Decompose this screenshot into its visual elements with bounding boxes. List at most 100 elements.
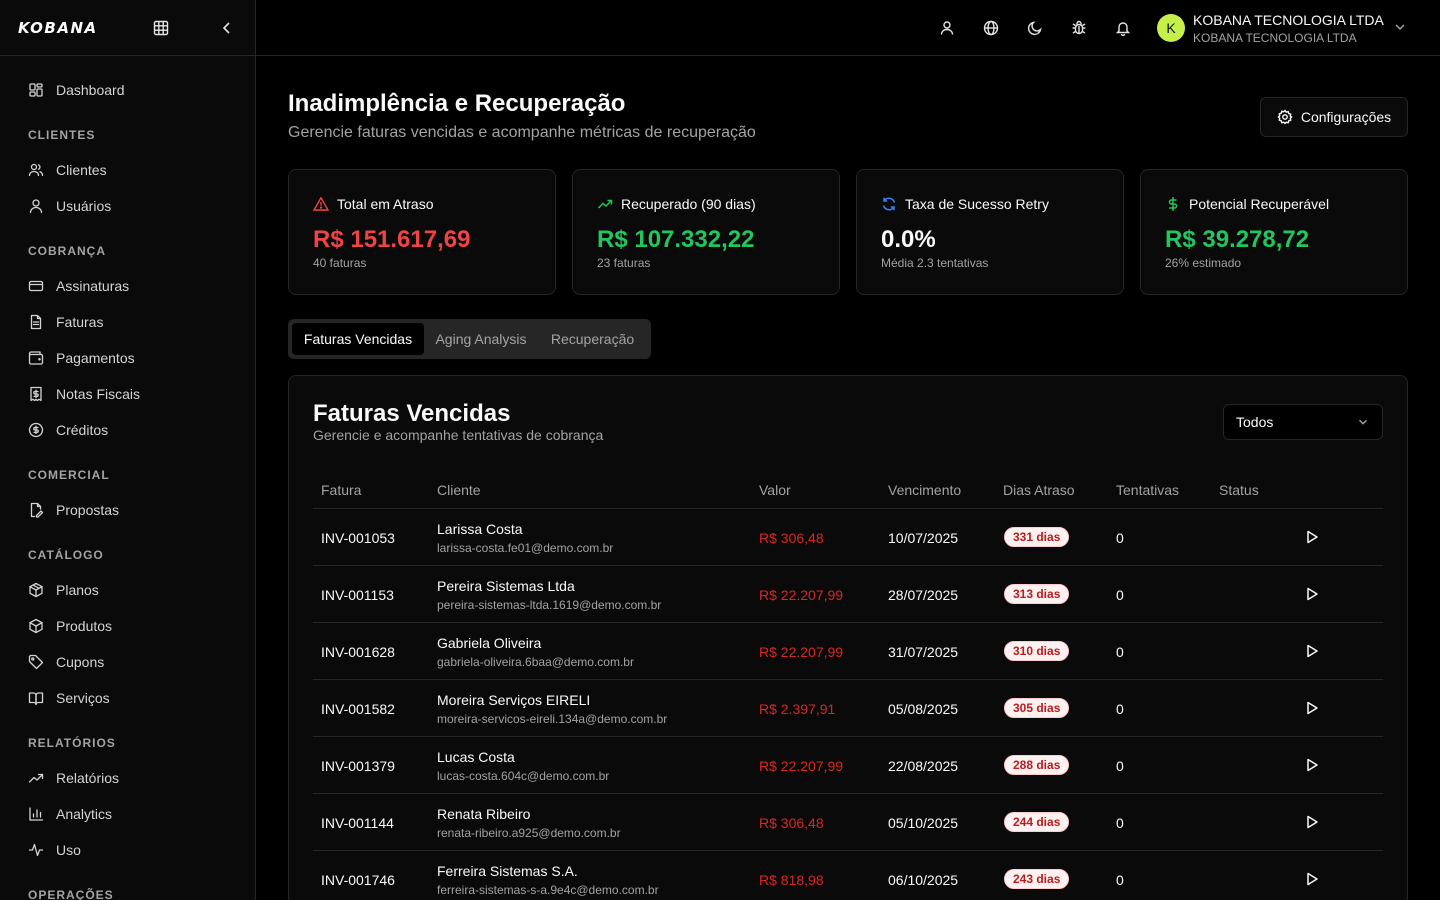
sidebar: KOBANA Dashboard CLIENTES Clientes Usuários…: [0, 0, 256, 900]
sidebar-item-label: Faturas: [56, 314, 104, 330]
sidebar-item-relatórios[interactable]: Relatórios: [0, 760, 255, 796]
user-icon[interactable]: [937, 18, 957, 38]
sidebar-item-label: Notas Fiscais: [56, 386, 141, 402]
chevron-down-icon[interactable]: [1392, 19, 1408, 35]
play-icon[interactable]: [1303, 642, 1321, 660]
sidebar-item-produtos[interactable]: Produtos: [0, 608, 255, 644]
due-date: 10/07/2025: [888, 530, 959, 546]
sidebar-item-label: Clientes: [56, 162, 107, 178]
due-date: 22/08/2025: [888, 758, 959, 774]
client-name: Lucas Costa: [437, 749, 515, 765]
settings-button[interactable]: Configurações: [1260, 97, 1408, 137]
kpi-card-total-overdue: Total em Atraso R$ 151.617,69 40 faturas: [288, 169, 556, 295]
tab-overdue-invoices[interactable]: Faturas Vencidas: [292, 323, 424, 355]
dashboard-icon: [28, 82, 44, 98]
tab-recovery[interactable]: Recuperação: [538, 323, 647, 355]
sidebar-item-clientes[interactable]: Clientes: [0, 152, 255, 188]
play-icon[interactable]: [1303, 585, 1321, 603]
apps-grid-icon[interactable]: [152, 19, 170, 37]
collapse-sidebar-icon[interactable]: [218, 19, 236, 37]
client-email: gabriela-oliveira.6baa@demo.com.br: [437, 655, 634, 669]
sidebar-item-cupons[interactable]: Cupons: [0, 644, 255, 680]
play-icon[interactable]: [1303, 756, 1321, 774]
bell-icon[interactable]: [1113, 18, 1133, 38]
sidebar-item-propostas[interactable]: Propostas: [0, 492, 255, 528]
sidebar-item-assinaturas[interactable]: Assinaturas: [0, 268, 255, 304]
play-icon[interactable]: [1303, 870, 1321, 888]
invoice-id[interactable]: INV-001582: [321, 701, 395, 717]
kpi-label: Recuperado (90 dias): [621, 196, 756, 212]
file-text-icon: [28, 314, 44, 330]
sidebar-item-label: Créditos: [56, 422, 109, 438]
attempts-count: 0: [1116, 815, 1124, 831]
days-overdue-badge: 310 dias: [1004, 641, 1070, 661]
activity-icon: [28, 842, 44, 858]
table-row[interactable]: INV-001582 Moreira Serviços EIRELI moreira…: [313, 680, 1383, 737]
tag-icon: [28, 654, 44, 670]
table-row[interactable]: INV-001153 Pereira Sistemas Ltda pereira-s…: [313, 566, 1383, 623]
sidebar-item-notas-fiscais[interactable]: Notas Fiscais: [0, 376, 255, 412]
invoice-value: R$ 306,48: [759, 530, 824, 546]
sidebar-item-créditos[interactable]: Créditos: [0, 412, 255, 448]
client-name: Gabriela Oliveira: [437, 635, 542, 651]
overdue-invoices-panel: Faturas Vencidas Gerencie e acompanhe te…: [288, 375, 1408, 900]
avatar[interactable]: K: [1157, 14, 1185, 42]
invoice-id[interactable]: INV-001628: [321, 644, 395, 660]
invoice-id[interactable]: INV-001144: [321, 815, 394, 831]
sidebar-item-label: Serviços: [56, 690, 110, 706]
invoice-value: R$ 22.207,99: [759, 587, 844, 603]
table-row[interactable]: INV-001144 Renata Ribeiro renata-ribeiro.a…: [313, 794, 1383, 851]
sidebar-item-usuários[interactable]: Usuários: [0, 188, 255, 224]
sidebar-item-analytics[interactable]: Analytics: [0, 796, 255, 832]
play-icon[interactable]: [1303, 699, 1321, 717]
moon-icon[interactable]: [1025, 18, 1045, 38]
client-name: Ferreira Sistemas S.A.: [437, 863, 578, 879]
play-icon[interactable]: [1303, 528, 1321, 546]
book-icon: [28, 690, 44, 706]
column-header-client: Cliente: [437, 482, 481, 498]
globe-icon[interactable]: [981, 18, 1001, 38]
nav-section-cobrança: COBRANÇA: [28, 244, 106, 258]
days-overdue-badge: 244 dias: [1004, 812, 1070, 832]
table-row[interactable]: INV-001379 Lucas Costa lucas-costa.604c@de…: [313, 737, 1383, 794]
tab-aging-analysis[interactable]: Aging Analysis: [424, 323, 538, 355]
kpi-card-retry-rate: Taxa de Sucesso Retry 0.0% Média 2.3 ten…: [856, 169, 1124, 295]
attempts-count: 0: [1116, 701, 1124, 717]
table-row[interactable]: INV-001746 Ferreira Sistemas S.A. ferreira…: [313, 851, 1383, 900]
attempts-count: 0: [1116, 758, 1124, 774]
receipt-icon: [28, 386, 44, 402]
invoice-id[interactable]: INV-001153: [321, 587, 394, 603]
sidebar-item-pagamentos[interactable]: Pagamentos: [0, 340, 255, 376]
due-date: 31/07/2025: [888, 644, 959, 660]
kpi-value: R$ 151.617,69: [313, 226, 471, 253]
invoice-id[interactable]: INV-001746: [321, 872, 395, 888]
due-date: 05/10/2025: [888, 815, 959, 831]
client-name: Renata Ribeiro: [437, 806, 531, 822]
org-name[interactable]: KOBANA TECNOLOGIA LTDA: [1193, 12, 1384, 28]
kpi-subtext: 40 faturas: [313, 256, 367, 270]
invoice-id[interactable]: INV-001379: [321, 758, 395, 774]
sidebar-item-label: Uso: [56, 842, 81, 858]
table-row[interactable]: INV-001053 Larissa Costa larissa-costa.fe0…: [313, 509, 1383, 566]
sidebar-item-label: Planos: [56, 582, 99, 598]
sidebar-item-uso[interactable]: Uso: [0, 832, 255, 868]
chevron-down-icon: [1356, 415, 1370, 429]
gear-icon: [1277, 109, 1293, 125]
table-row[interactable]: INV-001628 Gabriela Oliveira gabriela-oliv…: [313, 623, 1383, 680]
sidebar-item-faturas[interactable]: Faturas: [0, 304, 255, 340]
status-filter-select[interactable]: Todos: [1223, 404, 1383, 440]
sidebar-item-label: Propostas: [56, 502, 120, 518]
sidebar-item-dashboard[interactable]: Dashboard: [0, 72, 255, 108]
sidebar-item-planos[interactable]: Planos: [0, 572, 255, 608]
kpi-subtext: 26% estimado: [1165, 256, 1242, 270]
box-icon: [28, 618, 44, 634]
sidebar-item-serviços[interactable]: Serviços: [0, 680, 255, 716]
settings-button-label: Configurações: [1300, 109, 1392, 125]
play-icon[interactable]: [1303, 813, 1321, 831]
client-email: ferreira-sistemas-s-a.9e4c@demo.com.br: [437, 883, 659, 897]
invoice-id[interactable]: INV-001053: [321, 530, 395, 546]
sidebar-item-label: Pagamentos: [56, 350, 135, 366]
logo[interactable]: KOBANA: [18, 19, 98, 37]
sidebar-item-label: Analytics: [56, 806, 113, 822]
bug-icon[interactable]: [1069, 18, 1089, 38]
